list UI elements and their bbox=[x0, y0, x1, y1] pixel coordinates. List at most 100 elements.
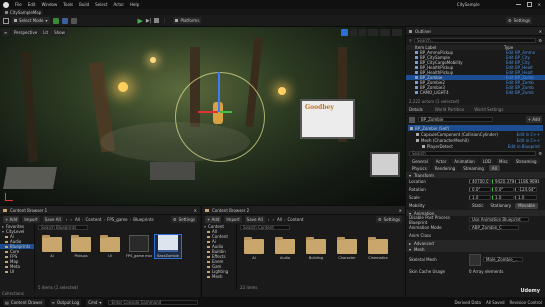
anim-mode-dropdown[interactable]: Use Animation Blueprint bbox=[469, 217, 529, 222]
select-mode-dropdown[interactable]: Select Mode ▾ bbox=[12, 17, 50, 24]
output-log-button[interactable]: ≡ Output Log bbox=[49, 298, 82, 306]
mobility-static[interactable]: Static bbox=[469, 202, 487, 209]
scale-z[interactable]: 1.0 bbox=[515, 195, 537, 200]
rotation-z[interactable]: -124.64° bbox=[515, 187, 537, 192]
menu-edit[interactable]: Edit bbox=[28, 2, 36, 7]
all-saved-indicator[interactable]: All Saved bbox=[486, 300, 505, 305]
cb1-add-button[interactable]: + Add bbox=[3, 216, 20, 223]
rotation-y[interactable]: 0.0° bbox=[492, 187, 514, 192]
menu-file[interactable]: File bbox=[15, 2, 22, 7]
collections-label[interactable]: Collections bbox=[2, 291, 24, 296]
forward-icon[interactable]: › bbox=[272, 217, 274, 222]
gizmo-x-axis[interactable] bbox=[198, 111, 218, 113]
details-tab[interactable]: Details bbox=[409, 107, 423, 112]
cb2-import-button[interactable]: Import bbox=[224, 216, 242, 223]
platforms-dropdown[interactable]: Platforms bbox=[173, 17, 202, 24]
cb2-save-all-button[interactable]: Save All bbox=[244, 216, 265, 223]
cb2-search-input[interactable]: Search Content bbox=[240, 225, 290, 230]
folder-tile[interactable]: Pickups bbox=[68, 235, 94, 258]
gizmo-z-axis[interactable] bbox=[218, 72, 220, 112]
cinematics-icon[interactable] bbox=[70, 17, 77, 24]
menu-window[interactable]: Window bbox=[41, 2, 57, 7]
perspective-button[interactable]: Perspective bbox=[12, 29, 40, 36]
filter-tab[interactable]: LOD bbox=[479, 158, 495, 164]
folder-tile[interactable]: Building bbox=[303, 237, 329, 260]
asset-tile[interactable]: BaseZombie bbox=[154, 234, 182, 259]
cmd-dropdown[interactable]: Cmd ▾ bbox=[86, 298, 104, 306]
level-viewport[interactable]: ≡ Perspective Lit Show Goodbey bbox=[0, 27, 405, 205]
step-button[interactable]: ▶| bbox=[146, 18, 152, 24]
content-browser-2-title[interactable]: Content Browser 2 bbox=[212, 208, 249, 213]
forward-icon[interactable]: › bbox=[70, 217, 72, 222]
cb1-search-input[interactable]: Search Blueprints bbox=[38, 225, 88, 230]
console-input[interactable]: Enter Console Command bbox=[108, 299, 199, 305]
outliner-row-type[interactable]: Edit BP_Zomb bbox=[506, 90, 534, 95]
component-row[interactable]: BP_Zombie (Self) bbox=[408, 125, 543, 131]
settings-button[interactable]: ⚙ Settings bbox=[506, 17, 532, 24]
maximize-button[interactable] bbox=[526, 2, 532, 7]
breadcrumb-item[interactable]: Blueprints bbox=[133, 217, 153, 222]
outliner-row[interactable]: CAMO_LIGHT4 Edit BP_Zomb bbox=[406, 90, 545, 95]
derived-data-button[interactable]: Derived Data bbox=[454, 300, 481, 305]
world-settings-tab[interactable]: World Settings bbox=[474, 107, 503, 112]
rotation-snap-button[interactable] bbox=[380, 29, 390, 36]
folder-tile[interactable]: AI bbox=[241, 237, 267, 260]
back-icon[interactable]: ‹ bbox=[66, 217, 68, 222]
close-icon[interactable]: ✕ bbox=[539, 29, 542, 34]
actor-name-field[interactable]: BP_Zombie bbox=[418, 117, 493, 122]
filter-tab[interactable]: Animation bbox=[451, 158, 478, 164]
scale-tool-icon[interactable] bbox=[359, 29, 366, 36]
folder-tile[interactable]: AI bbox=[39, 235, 65, 258]
close-button[interactable]: ✕ bbox=[538, 2, 541, 7]
cb1-import-button[interactable]: Import bbox=[22, 216, 40, 223]
filter-tab[interactable]: General bbox=[409, 158, 431, 164]
location-y[interactable]: 9420.379 bbox=[492, 179, 514, 184]
breadcrumb-item[interactable]: All bbox=[75, 217, 80, 222]
mobility-stationary[interactable]: Stationary bbox=[487, 202, 515, 209]
scale-y[interactable]: 1.0 bbox=[492, 195, 514, 200]
scale-x[interactable]: 1.0 bbox=[469, 195, 491, 200]
component-edit-link[interactable]: Edit in C++ bbox=[517, 138, 540, 143]
cb2-add-button[interactable]: + Add bbox=[205, 216, 222, 223]
rotate-tool-icon[interactable] bbox=[350, 29, 357, 36]
add-content-icon[interactable] bbox=[52, 17, 59, 24]
location-x[interactable]: 40700.0 bbox=[469, 179, 491, 184]
show-button[interactable]: Show bbox=[52, 29, 67, 36]
tree-folder[interactable]: Mesh bbox=[202, 274, 236, 279]
component-row[interactable]: PlayerDetect Edit in Blueprint bbox=[408, 143, 543, 149]
menu-select[interactable]: Select bbox=[95, 2, 107, 7]
revision-control-button[interactable]: Revision Control bbox=[510, 300, 542, 305]
play-options-icon[interactable]: ⋮ bbox=[162, 18, 166, 23]
viewport-options-button[interactable]: ≡ bbox=[2, 29, 10, 36]
filter-icon[interactable]: ⚲ bbox=[409, 38, 412, 43]
mobility-movable[interactable]: Movable bbox=[515, 202, 538, 209]
filter-tab[interactable]: Misc bbox=[496, 158, 511, 164]
rotation-x[interactable]: 0.0° bbox=[469, 187, 491, 192]
folder-tile[interactable]: Cinematics bbox=[365, 237, 391, 260]
breadcrumb-item[interactable]: Content bbox=[288, 217, 304, 222]
component-row[interactable]: CapsuleComponent (CollisionCylinder) Edit… bbox=[408, 131, 543, 137]
add-component-button[interactable]: + Add bbox=[525, 116, 542, 123]
filter-tab[interactable]: Streaming bbox=[460, 165, 487, 171]
stop-button[interactable] bbox=[154, 18, 160, 23]
cb1-save-all-button[interactable]: Save All bbox=[42, 216, 63, 223]
cb2-settings-button[interactable]: ⚙ Settings bbox=[376, 216, 402, 223]
mesh-thumbnail[interactable] bbox=[469, 253, 481, 266]
folder-tile[interactable]: UI bbox=[97, 235, 123, 258]
play-button[interactable]: ▶ bbox=[138, 17, 143, 25]
menu-actor[interactable]: Actor bbox=[113, 2, 124, 7]
translate-tool-icon[interactable] bbox=[341, 29, 348, 36]
lit-button[interactable]: Lit bbox=[41, 29, 51, 36]
breadcrumb-item[interactable]: FPS_game bbox=[107, 217, 128, 222]
location-z[interactable]: 1186.9691 bbox=[515, 179, 540, 184]
filter-tab[interactable]: Rendering bbox=[431, 165, 459, 171]
anim-class-dropdown[interactable]: ABP_Zombie_C bbox=[469, 225, 519, 230]
tree-folder[interactable]: UI bbox=[0, 269, 34, 274]
back-icon[interactable]: ‹ bbox=[268, 217, 270, 222]
asset-tile[interactable]: FPS_game mode bbox=[126, 235, 152, 258]
folder-tile[interactable]: Character bbox=[334, 237, 360, 260]
gear-icon[interactable]: ⚙ bbox=[538, 38, 542, 43]
content-browser-1-title[interactable]: Content Browser 1 bbox=[10, 208, 47, 213]
filter-tab[interactable]: Streaming bbox=[512, 158, 540, 164]
content-drawer-button[interactable]: ▤ Content Drawer bbox=[3, 298, 45, 306]
